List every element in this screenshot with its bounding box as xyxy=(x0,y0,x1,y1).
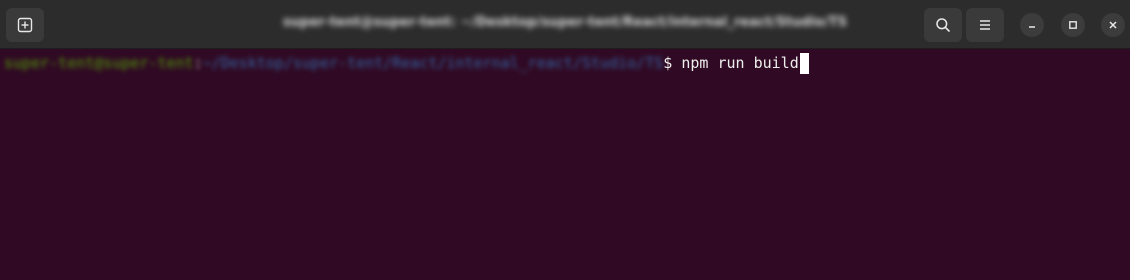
hamburger-menu-icon xyxy=(980,20,990,30)
minimize-icon xyxy=(1029,26,1035,28)
close-button[interactable] xyxy=(1101,13,1125,37)
prompt-path: ~/Desktop/super-tent/React/internal_reac… xyxy=(202,54,664,72)
maximize-icon xyxy=(1069,21,1077,29)
minimize-button[interactable] xyxy=(1020,13,1044,37)
new-tab-icon xyxy=(17,17,33,33)
prompt-line: super-tent@super-tent: ~/Desktop/super-te… xyxy=(4,50,809,76)
text-cursor xyxy=(799,52,809,74)
new-tab-button[interactable] xyxy=(6,8,44,42)
prompt-user: super-tent@super-tent xyxy=(4,54,194,72)
close-icon xyxy=(1109,21,1117,29)
terminal-area[interactable]: super-tent@super-tent: ~/Desktop/super-te… xyxy=(0,49,1130,280)
search-button[interactable] xyxy=(924,8,962,42)
title-bar: super-tent@super-tent: ~/Desktop/super-t… xyxy=(0,0,1130,49)
search-icon xyxy=(936,18,950,32)
window-title: super-tent@super-tent: ~/Desktop/super-t… xyxy=(282,15,848,30)
command-input-text: npm run build xyxy=(672,54,799,72)
maximize-button[interactable] xyxy=(1061,13,1085,37)
terminal-window: super-tent@super-tent: ~/Desktop/super-t… xyxy=(0,0,1130,280)
prompt-separator: : xyxy=(193,54,203,72)
hamburger-menu-button[interactable] xyxy=(966,8,1004,42)
prompt-symbol: $ xyxy=(663,54,673,72)
